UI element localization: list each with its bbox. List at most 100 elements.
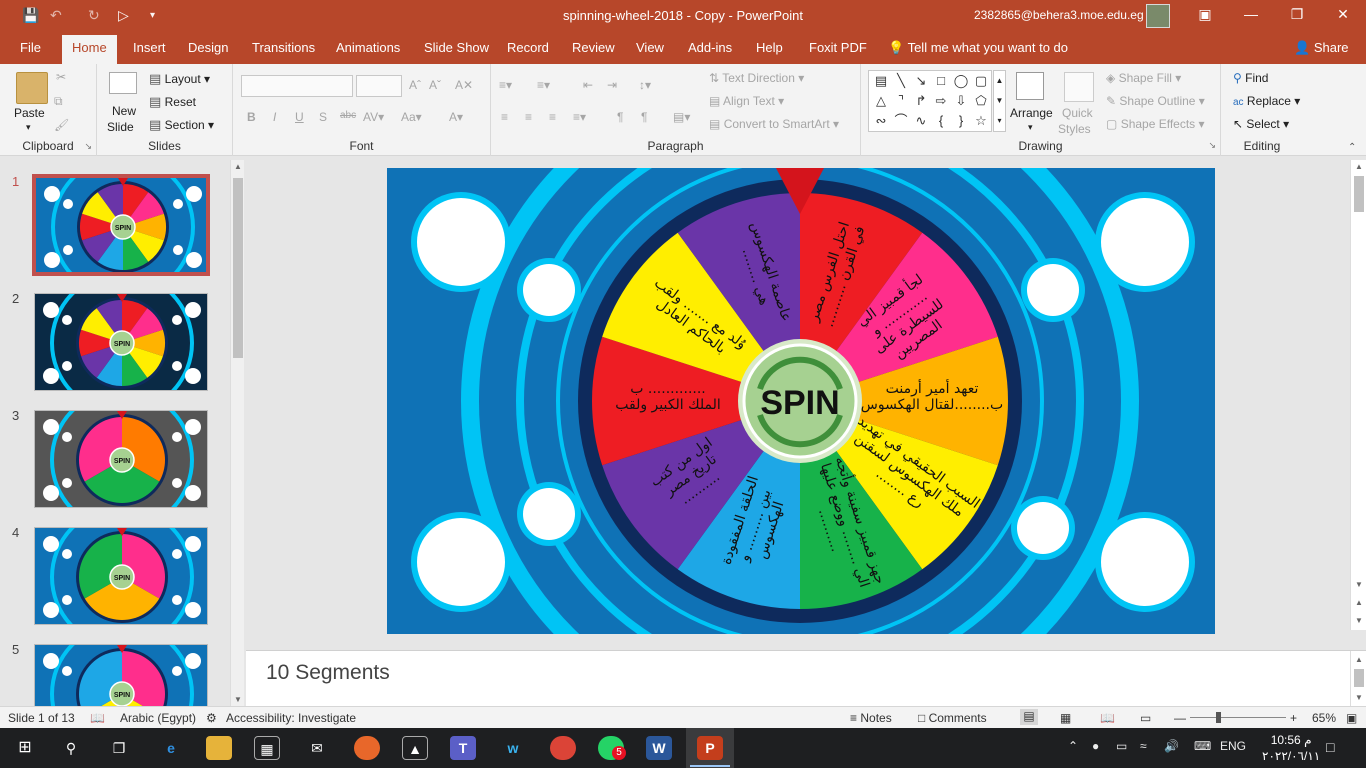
paste-button[interactable]: Paste [14,106,45,120]
paste-dropdown-icon[interactable]: ▾ [26,122,31,133]
scroll-down-icon[interactable]: ▼ [234,695,242,704]
drawing-dialog-launcher-icon[interactable]: ↘ [1208,140,1216,151]
arc-shape-icon[interactable]: ⌒ [891,111,911,131]
previous-slide-icon[interactable]: ▲ [1355,598,1363,607]
strikethrough-icon[interactable]: abc [340,110,356,121]
tab-view[interactable]: View [636,40,664,55]
zoom-in-icon[interactable]: + [1290,711,1297,725]
ltr-icon[interactable]: ¶ [641,110,647,124]
firefox-icon[interactable] [354,736,380,760]
notes-scrollbar[interactable]: ▲ ▼ [1350,651,1366,707]
slide-thumbnail[interactable]: SPIN [34,527,208,625]
notes-scroll-down-icon[interactable]: ▼ [1355,693,1363,702]
decrease-indent-icon[interactable]: ⇤ [583,78,593,92]
slide-thumbnail[interactable]: SPIN [34,644,208,706]
notes-pane[interactable]: 10 Segments ▲ ▼ [246,650,1366,707]
format-painter-icon[interactable]: 🖌 [54,118,69,132]
paste-icon[interactable] [16,72,48,104]
slide-thumbnail[interactable]: SPIN [34,410,208,508]
align-right-icon[interactable]: ≡ [549,110,556,124]
slide-scroll-thumb[interactable] [1354,176,1364,212]
tab-add-ins[interactable]: Add-ins [688,40,732,55]
spinning-wheel[interactable]: احتل الفرس مصرفي القرن ..........لجأ قمب… [387,168,1215,634]
underline-icon[interactable]: U [295,110,304,124]
textbox-shape-icon[interactable]: ▤ [871,71,891,91]
close-icon[interactable]: ✕ [1328,6,1358,23]
curve-shape-icon[interactable]: ∾ [871,111,891,131]
tray-chevron-icon[interactable]: ⌃ [1068,739,1078,753]
ribbon-display-icon[interactable]: ▣ [1190,6,1220,23]
quick-styles-icon[interactable] [1064,72,1094,102]
tab-home[interactable]: Home [62,35,117,64]
file-explorer-icon[interactable] [206,736,232,760]
notes-scroll-up-icon[interactable]: ▲ [1355,655,1363,664]
convert-smartart-button[interactable]: ▤ Convert to SmartArt ▾ [709,117,839,131]
normal-view-icon[interactable]: ▤ [1020,709,1038,725]
arrange-dropdown-icon[interactable]: ▾ [1028,122,1033,133]
zoom-slider-thumb[interactable] [1216,712,1221,723]
save-icon[interactable]: 💾 [22,7,39,24]
volume-icon[interactable]: 🔊 [1164,739,1179,753]
account-name[interactable]: 2382865@behera3.moe.edu.eg [974,8,1144,22]
notes-button[interactable]: ≡ Notes [850,711,892,725]
fit-to-window-icon[interactable]: ▣ [1346,711,1357,725]
zoom-level[interactable]: 65% [1312,711,1336,725]
slide-scrollbar[interactable]: ▲ ▼ ▲ ▼ [1350,160,1366,630]
align-left-icon[interactable]: ≡ [501,110,508,124]
notes-scroll-thumb[interactable] [1354,669,1364,687]
customize-toolbar-icon[interactable]: ▾ [150,10,155,21]
share-button[interactable]: 👤 Share [1294,40,1349,56]
line-shape-icon[interactable]: ╲ [891,71,911,91]
shapes-more-icon[interactable]: ▲ ▼ ▾ [993,70,1006,132]
oval-shape-icon[interactable]: ◯ [951,71,971,91]
spelling-icon[interactable]: 📖 [90,711,105,725]
shape-effects-button[interactable]: ▢ Shape Effects ▾ [1106,117,1205,131]
comments-button[interactable]: □ Comments [918,711,987,725]
slide-scroll-down-icon[interactable]: ▼ [1355,580,1363,589]
select-button[interactable]: ↖ Select ▾ [1233,117,1289,131]
slide-thumbnail[interactable]: SPIN [32,174,210,276]
replace-button[interactable]: ac Replace ▾ [1233,94,1300,108]
wave-shape-icon[interactable]: ∿ [911,111,931,131]
input-language[interactable]: ENG [1220,739,1246,753]
battery-icon[interactable]: ▭ [1116,739,1127,753]
accessibility-icon[interactable]: ⚙ [206,711,217,725]
redo-icon[interactable]: ↻ [88,7,100,24]
dialog-launcher-icon[interactable]: ↘ [84,141,92,152]
shape-fill-button[interactable]: ◈ Shape Fill ▾ [1106,71,1181,85]
bold-icon[interactable]: B [247,110,256,124]
tab-review[interactable]: Review [572,40,615,55]
slide-canvas[interactable]: احتل الفرس مصرفي القرن .......... لجأ قمب… [387,168,1215,634]
character-spacing-icon[interactable]: AV▾ [363,110,384,124]
task-view-icon[interactable]: ❐ [106,736,132,760]
next-slide-icon[interactable]: ▼ [1355,616,1363,625]
slide-scroll-up-icon[interactable]: ▲ [1355,162,1363,171]
restore-icon[interactable]: ❐ [1282,6,1312,23]
font-size-combo[interactable] [356,75,402,97]
left-brace-shape-icon[interactable]: { [931,111,951,131]
slideshow-view-icon[interactable]: ▭ [1140,711,1151,725]
slide-sorter-icon[interactable]: ▦ [1060,711,1071,725]
tell-me-search[interactable]: 💡 Tell me what you want to do [888,40,1068,56]
shrink-font-icon[interactable]: Aˇ [429,78,441,92]
grow-font-icon[interactable]: Aˆ [409,78,421,92]
zoom-out-icon[interactable]: — [1174,711,1186,725]
increase-indent-icon[interactable]: ⇥ [607,78,617,92]
triangle-shape-icon[interactable]: △ [871,91,891,111]
accessibility-status[interactable]: Accessibility: Investigate [226,711,356,725]
tab-insert[interactable]: Insert [133,40,166,55]
clear-formatting-icon[interactable]: A✕ [455,78,473,92]
layout-button[interactable]: ▤ Layout ▾ [149,71,210,87]
bullets-icon[interactable]: ≡▾ [499,78,512,92]
numbering-icon[interactable]: ≡▾ [537,78,550,92]
tab-file[interactable]: File [20,40,41,55]
notification-icon[interactable]: □ [1326,739,1334,755]
teams-icon[interactable]: T [450,736,476,760]
elbow-connector-shape-icon[interactable]: ⌝ [891,91,911,111]
thumbnail-scrollbar[interactable]: ▲ ▼ [230,160,244,706]
right-brace-shape-icon[interactable]: } [951,111,971,131]
thumbnail-scroll-thumb[interactable] [233,178,243,358]
wifi-icon[interactable]: ≈ [1140,739,1147,753]
freeform-shape-icon[interactable]: ⬠ [971,91,991,111]
edge-icon[interactable]: e [158,736,184,760]
